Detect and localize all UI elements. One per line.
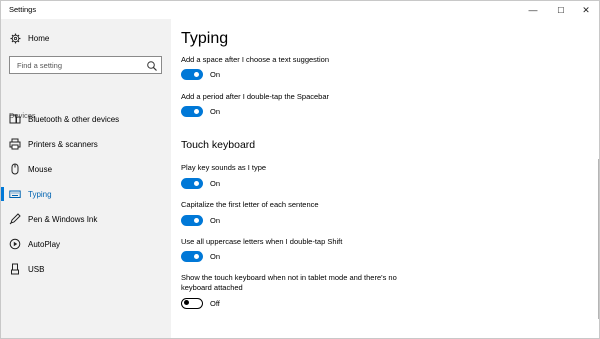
minimize-button[interactable]: — [520, 1, 546, 19]
setting-label-period-double-tap: Add a period after I double-tap the Spac… [181, 92, 330, 101]
settings-window: Settings — ☐ ✕ Home Devices Bluetooth & … [0, 0, 600, 339]
toggle-period-double-tap[interactable] [181, 105, 203, 117]
autoplay-icon [9, 238, 21, 250]
window-title: Settings [9, 5, 37, 14]
toggle-row-period-double-tap: On [181, 105, 220, 117]
mouse-icon [9, 163, 21, 175]
sidebar-item-label: Typing [28, 189, 52, 199]
sidebar-item-label: AutoPlay [28, 239, 61, 249]
pen-icon [9, 213, 21, 225]
page-title: Typing [181, 30, 229, 47]
setting-label-space-after-suggestion: Add a space after I choose a text sugges… [181, 55, 330, 64]
toggle-state: On [210, 251, 221, 261]
sidebar-item-label: Bluetooth & other devices [28, 114, 120, 124]
bluetooth-devices-icon [9, 113, 21, 125]
toggle-show-touch-keyboard[interactable] [181, 297, 203, 309]
toggle-uppercase-double-tap-shift[interactable] [181, 250, 203, 262]
toggle-state: On [210, 106, 221, 116]
search-box[interactable] [9, 56, 162, 74]
touch-keyboard-heading: Touch keyboard [181, 139, 256, 151]
sidebar-item-label: Printers & scanners [28, 139, 98, 149]
search-input[interactable] [10, 57, 145, 73]
setting-label-uppercase-double-tap-shift: Use all uppercase letters when I double-… [181, 237, 343, 246]
sidebar-item-autoplay[interactable]: AutoPlay [1, 233, 171, 255]
toggle-row-uppercase-double-tap-shift: On [181, 250, 220, 262]
setting-label-capitalize-first-letter: Capitalize the first letter of each sent… [181, 200, 319, 209]
sidebar-item-typing[interactable]: Typing [1, 183, 171, 205]
toggle-row-space-after-suggestion: On [181, 68, 220, 80]
sidebar-item-mouse[interactable]: Mouse [1, 158, 171, 180]
sidebar-item-bluetooth[interactable]: Bluetooth & other devices [1, 108, 171, 130]
toggle-space-after-suggestion[interactable] [181, 68, 203, 80]
main-content: Typing Add a space after I choose a text… [171, 19, 599, 338]
sidebar-item-label: Mouse [28, 164, 53, 174]
sidebar-item-printers[interactable]: Printers & scanners [1, 133, 171, 155]
printer-icon [9, 138, 21, 150]
sidebar-item-pen[interactable]: Pen & Windows Ink [1, 208, 171, 230]
toggle-row-key-sounds: On [181, 177, 220, 189]
sidebar-item-label: Pen & Windows Ink [28, 214, 98, 224]
sidebar-item-usb[interactable]: USB [1, 258, 171, 280]
toggle-state: Off [210, 298, 220, 308]
sidebar-item-home[interactable]: Home [1, 27, 171, 49]
gear-icon [9, 32, 21, 44]
title-bar[interactable]: Settings — ☐ ✕ [1, 1, 599, 19]
toggle-row-capitalize-first-letter: On [181, 214, 220, 226]
setting-label-key-sounds: Play key sounds as I type [181, 163, 267, 172]
usb-icon [9, 263, 21, 275]
close-button[interactable]: ✕ [573, 1, 599, 19]
toggle-capitalize-first-letter[interactable] [181, 214, 203, 226]
sidebar-item-label: USB [28, 264, 45, 274]
toggle-state: On [210, 69, 221, 79]
sidebar: Home Devices Bluetooth & other devices P… [1, 19, 171, 338]
search-icon[interactable] [146, 59, 158, 71]
keyboard-icon [9, 188, 21, 200]
toggle-state: On [210, 178, 221, 188]
toggle-row-show-touch-keyboard: Off [181, 297, 220, 309]
maximize-button[interactable]: ☐ [548, 1, 574, 19]
sidebar-item-label: Home [28, 33, 50, 43]
toggle-key-sounds[interactable] [181, 177, 203, 189]
toggle-state: On [210, 215, 221, 225]
setting-label-show-touch-keyboard: Show the touch keyboard when not in tabl… [181, 273, 397, 292]
